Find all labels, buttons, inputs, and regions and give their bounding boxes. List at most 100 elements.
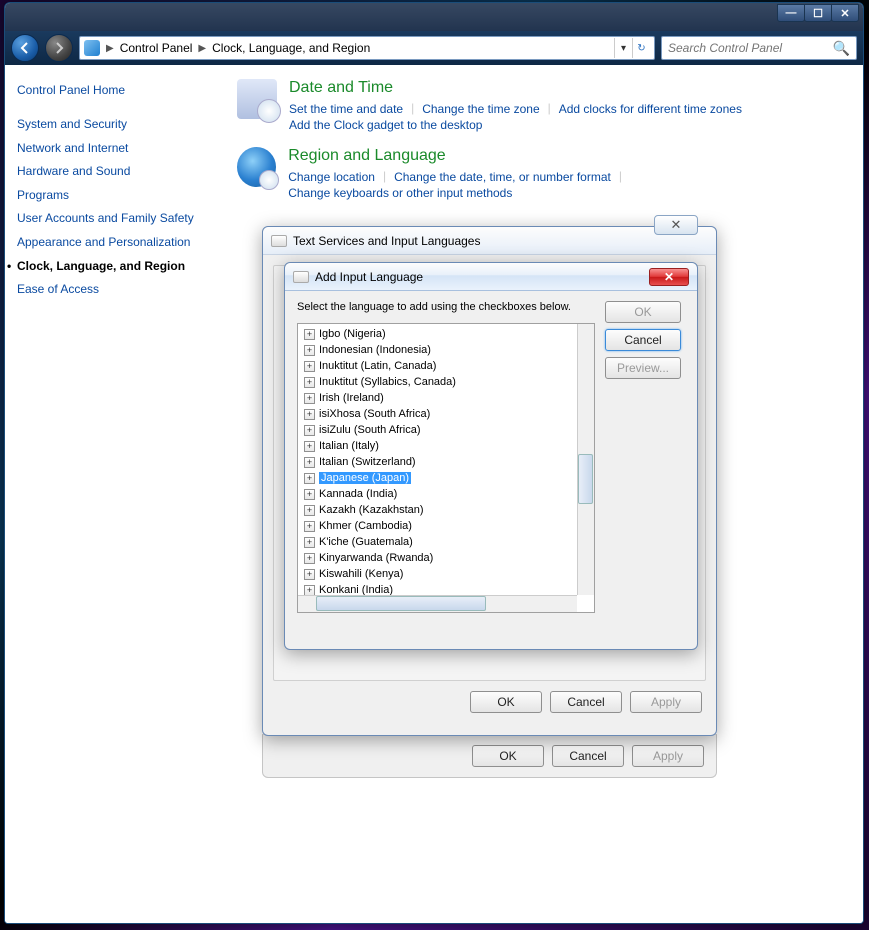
language-item[interactable]: +Inuktitut (Syllabics, Canada) (298, 374, 594, 390)
language-item[interactable]: +Kannada (India) (298, 486, 594, 502)
text-services-close-button[interactable]: ✕ (654, 215, 698, 235)
expand-icon[interactable]: + (304, 553, 315, 564)
language-item[interactable]: + K'iche (Guatemala) (298, 534, 594, 550)
maximize-button[interactable]: ☐ (804, 4, 832, 22)
back-button[interactable] (11, 34, 39, 62)
add-input-ok-button[interactable]: OK (605, 301, 681, 323)
vertical-scrollbar-thumb[interactable] (578, 454, 593, 504)
sidebar-item-programs[interactable]: Programs (17, 184, 205, 208)
expand-icon[interactable]: + (304, 569, 315, 580)
horizontal-scrollbar-thumb[interactable] (316, 596, 486, 611)
add-input-preview-button[interactable]: Preview... (605, 357, 681, 379)
language-label: Inuktitut (Latin, Canada) (319, 360, 436, 372)
link-change-location[interactable]: Change location (288, 169, 375, 185)
expand-icon[interactable]: + (304, 345, 315, 356)
link-add-clock-gadget[interactable]: Add the Clock gadget to the desktop (289, 117, 482, 133)
link-change-keyboards[interactable]: Change keyboards or other input methods (288, 185, 512, 201)
address-toolbar: ▶ Control Panel ▶ Clock, Language, and R… (5, 31, 863, 65)
close-button[interactable]: ✕ (831, 4, 859, 22)
sidebar-item-clock-language-region[interactable]: Clock, Language, and Region (17, 255, 205, 279)
sidebar-item-network-internet[interactable]: Network and Internet (17, 137, 205, 161)
sidebar-item-appearance[interactable]: Appearance and Personalization (17, 231, 205, 255)
breadcrumb-clock-language-region[interactable]: Clock, Language, and Region (212, 41, 370, 55)
date-time-heading[interactable]: Date and Time (289, 79, 742, 97)
minimize-button[interactable]: — (777, 4, 805, 22)
region-ok-button[interactable]: OK (472, 745, 544, 767)
breadcrumb-bar[interactable]: ▶ Control Panel ▶ Clock, Language, and R… (79, 36, 655, 60)
text-services-ok-button[interactable]: OK (470, 691, 542, 713)
language-item[interactable]: +Kinyarwanda (Rwanda) (298, 550, 594, 566)
sidebar-item-user-accounts[interactable]: User Accounts and Family Safety (17, 207, 205, 231)
titlebar: — ☐ ✕ (5, 3, 863, 31)
link-change-time-zone[interactable]: Change the time zone (422, 101, 539, 117)
forward-button[interactable] (45, 34, 73, 62)
expand-icon[interactable]: + (304, 441, 315, 452)
add-input-language-title: Add Input Language (315, 270, 423, 284)
search-input[interactable] (668, 41, 833, 55)
language-item[interactable]: + Inuktitut (Latin, Canada) (298, 358, 594, 374)
link-set-time-date[interactable]: Set the time and date (289, 101, 403, 117)
expand-icon[interactable]: + (304, 505, 315, 516)
keyboard-icon (293, 271, 309, 283)
region-language-icon (237, 147, 276, 187)
search-box[interactable]: 🔍 (661, 36, 857, 60)
region-cancel-button[interactable]: Cancel (552, 745, 624, 767)
expand-icon[interactable]: + (304, 393, 315, 404)
text-services-apply-button[interactable]: Apply (630, 691, 702, 713)
language-label: isiZulu (South Africa) (319, 424, 420, 436)
language-label: K'iche (Guatemala) (319, 536, 413, 548)
language-item[interactable]: + Irish (Ireland) (298, 390, 594, 406)
breadcrumb-control-panel[interactable]: Control Panel (120, 41, 193, 55)
language-label: Irish (Ireland) (319, 392, 384, 404)
vertical-scrollbar[interactable] (577, 324, 594, 595)
add-input-cancel-button[interactable]: Cancel (605, 329, 681, 351)
language-item[interactable]: + Kiswahili (Kenya) (298, 566, 594, 582)
link-change-date-format[interactable]: Change the date, time, or number format (394, 169, 611, 185)
expand-icon[interactable]: + (304, 361, 315, 372)
language-item[interactable]: +Kazakh (Kazakhstan) (298, 502, 594, 518)
region-apply-button[interactable]: Apply (632, 745, 704, 767)
control-panel-icon (84, 40, 100, 56)
address-dropdown-button[interactable]: ▾ (614, 38, 632, 58)
expand-icon[interactable]: + (304, 537, 315, 548)
region-language-heading[interactable]: Region and Language (288, 147, 843, 165)
sidebar: Control Panel Home System and Security N… (5, 65, 217, 923)
expand-icon[interactable]: + (304, 329, 315, 340)
chevron-right-icon[interactable]: ▶ (198, 43, 206, 54)
expand-icon[interactable]: + (304, 409, 315, 420)
language-item[interactable]: +Indonesian (Indonesia) (298, 342, 594, 358)
sidebar-home-link[interactable]: Control Panel Home (17, 83, 205, 97)
date-time-icon (237, 79, 277, 119)
keyboard-icon (271, 235, 287, 247)
sidebar-item-system-security[interactable]: System and Security (17, 113, 205, 137)
region-language-dialog-buttons: OK Cancel Apply (262, 734, 717, 778)
language-item[interactable]: +Italian (Italy) (298, 438, 594, 454)
language-item[interactable]: + isiZulu (South Africa) (298, 422, 594, 438)
sidebar-item-hardware-sound[interactable]: Hardware and Sound (17, 160, 205, 184)
sidebar-item-ease-of-access[interactable]: Ease of Access (17, 278, 205, 302)
language-label: Khmer (Cambodia) (319, 520, 412, 532)
horizontal-scrollbar[interactable] (298, 595, 577, 612)
expand-icon[interactable]: + (304, 521, 315, 532)
language-item[interactable]: + Japanese (Japan) (298, 470, 594, 486)
expand-icon[interactable]: + (304, 585, 315, 596)
expand-icon[interactable]: + (304, 457, 315, 468)
search-icon[interactable]: 🔍 (833, 40, 850, 57)
language-item[interactable]: +isiXhosa (South Africa) (298, 406, 594, 422)
language-tree[interactable]: +Igbo (Nigeria)+Indonesian (Indonesia)+I… (297, 323, 595, 613)
language-label: Kiswahili (Kenya) (319, 568, 403, 580)
language-item[interactable]: +Italian (Switzerland) (298, 454, 594, 470)
expand-icon[interactable]: + (304, 425, 315, 436)
expand-icon[interactable]: + (304, 473, 315, 484)
language-item[interactable]: +Igbo (Nigeria) (298, 326, 594, 342)
chevron-right-icon[interactable]: ▶ (106, 43, 114, 54)
add-input-language-close-button[interactable]: ✕ (649, 268, 689, 286)
expand-icon[interactable]: + (304, 377, 315, 388)
expand-icon[interactable]: + (304, 489, 315, 500)
text-services-cancel-button[interactable]: Cancel (550, 691, 622, 713)
add-input-language-dialog: Add Input Language ✕ Select the language… (284, 262, 698, 650)
language-label: Japanese (Japan) (319, 472, 411, 484)
link-add-clocks[interactable]: Add clocks for different time zones (559, 101, 742, 117)
language-item[interactable]: + Khmer (Cambodia) (298, 518, 594, 534)
refresh-button[interactable]: ↻ (632, 38, 650, 58)
